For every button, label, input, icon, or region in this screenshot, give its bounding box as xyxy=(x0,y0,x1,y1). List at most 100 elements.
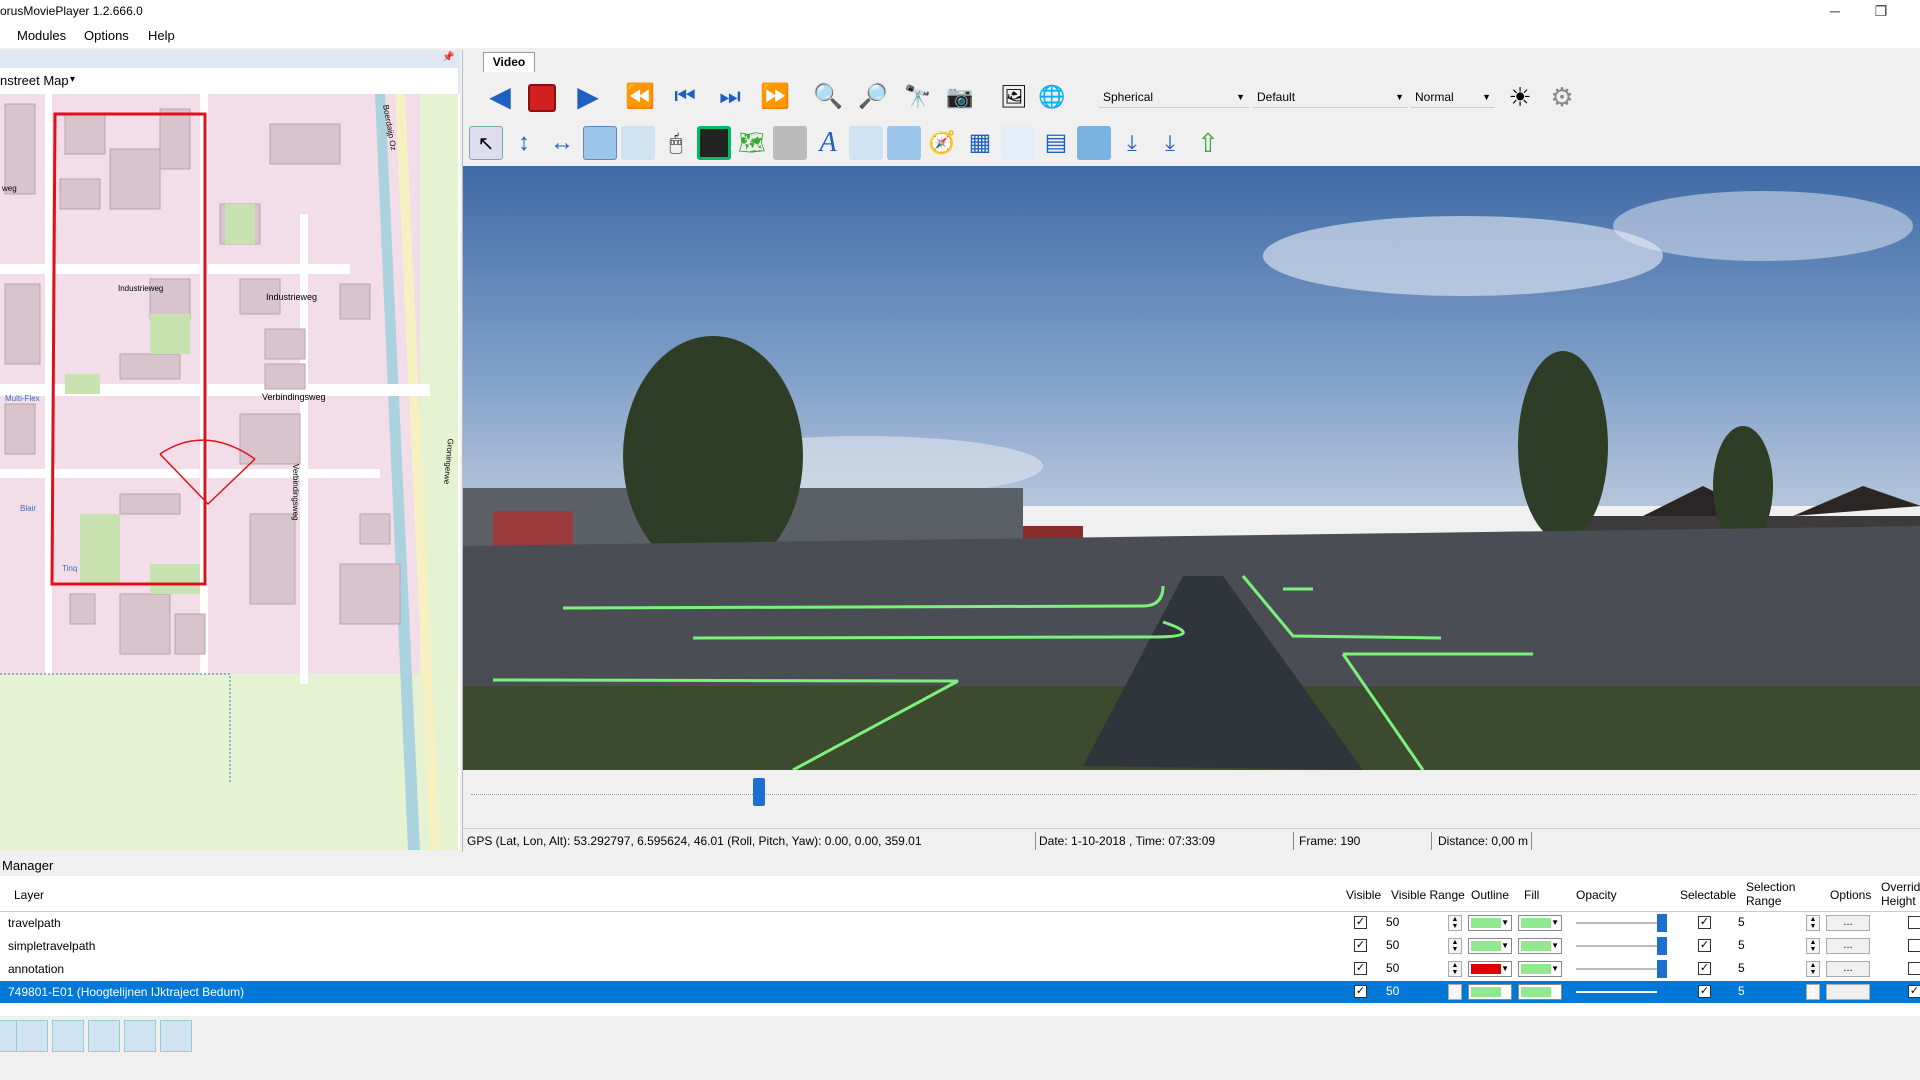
selection-range-stepper[interactable]: ▲ ▼ xyxy=(1806,938,1820,954)
fill-color-picker[interactable]: ▼ xyxy=(1518,938,1562,954)
table-icon[interactable]: ▤ xyxy=(1039,126,1073,160)
selectable-checkbox[interactable]: ✓ xyxy=(1698,962,1711,975)
image-layer-icon[interactable] xyxy=(887,126,921,160)
video-view[interactable] xyxy=(463,166,1920,770)
map-selector[interactable]: nstreet Map ▾ xyxy=(0,68,458,94)
outline-color-picker[interactable]: ▼ xyxy=(1468,961,1512,977)
fast-forward-icon[interactable]: ⏩ xyxy=(758,80,792,114)
selectable-checkbox[interactable]: ✓ xyxy=(1698,939,1711,952)
table-row[interactable]: annotation ✓ 50 ▲ ▼ ▼ ▼ ✓ 5 ▲ ▼... xyxy=(0,958,1920,980)
options-button[interactable]: ... xyxy=(1826,915,1870,931)
visible-range-value[interactable]: 50 xyxy=(1386,984,1399,998)
height-icon[interactable]: ⤓ xyxy=(1115,126,1149,160)
visible-range-stepper[interactable]: ▲ ▼ xyxy=(1448,938,1462,954)
opacity-slider-handle[interactable] xyxy=(1657,914,1667,932)
selection-range-value[interactable]: 5 xyxy=(1738,961,1745,975)
fullscreen-icon[interactable] xyxy=(697,126,731,160)
opacity-slider-track[interactable] xyxy=(1576,922,1662,924)
visible-checkbox[interactable]: ✓ xyxy=(1354,962,1367,975)
layers-icon[interactable] xyxy=(583,126,617,160)
visible-range-value[interactable]: 50 xyxy=(1386,915,1399,929)
override-height-checkbox[interactable] xyxy=(1908,962,1920,975)
options-button[interactable]: ... xyxy=(1826,961,1870,977)
override-height-checkbox[interactable] xyxy=(1908,916,1920,929)
ruler-icon[interactable] xyxy=(773,126,807,160)
street-map[interactable]: Industrieweg Industrieweg Verbindingsweg… xyxy=(0,94,458,850)
binoculars-icon[interactable]: 🔭 xyxy=(901,80,935,114)
map-icon[interactable]: 🗺 xyxy=(735,126,769,160)
table-row[interactable]: simpletravelpath ✓ 50 ▲ ▼ ▼ ▼ ✓ 5 ▲ ▼... xyxy=(0,935,1920,957)
next-frame-icon[interactable]: ⏭ xyxy=(713,80,747,114)
previous-frame-icon[interactable]: ⏮ xyxy=(668,80,702,114)
override-height-checkbox[interactable]: ✓ xyxy=(1908,985,1920,998)
outline-color-picker[interactable]: ▼ xyxy=(1468,984,1512,1000)
fill-color-picker[interactable]: ▼ xyxy=(1518,915,1562,931)
menu-modules[interactable]: Modules xyxy=(17,28,66,43)
grid-icon[interactable]: ▦ xyxy=(963,126,997,160)
pointer-icon[interactable]: ↖ xyxy=(469,126,503,160)
options-button[interactable]: ... xyxy=(1826,984,1870,1000)
export-icon[interactable] xyxy=(124,1020,156,1052)
globe-icon[interactable]: 🌐 xyxy=(1035,80,1069,114)
open-folder-icon[interactable] xyxy=(16,1020,48,1052)
override-height-checkbox[interactable] xyxy=(1908,939,1920,952)
visible-checkbox[interactable]: ✓ xyxy=(1354,985,1367,998)
selection-range-value[interactable]: 5 xyxy=(1738,915,1745,929)
page-icon[interactable] xyxy=(1001,126,1035,160)
header-selection-range[interactable]: Selection Range xyxy=(1746,880,1806,916)
selection-range-stepper[interactable]: ▲ ▼ xyxy=(1806,984,1820,1000)
selection-range-stepper[interactable]: ▲ ▼ xyxy=(1806,961,1820,977)
brightness-icon[interactable]: ☀ xyxy=(1503,80,1537,114)
gear-icon[interactable]: ⚙ xyxy=(1545,80,1579,114)
visible-checkbox[interactable]: ✓ xyxy=(1354,916,1367,929)
timeline[interactable] xyxy=(463,770,1920,830)
horizontal-measure-icon[interactable]: ↔ xyxy=(545,126,579,160)
projection-select[interactable]: Spherical ▼ xyxy=(1099,86,1249,108)
fill-color-picker[interactable]: ▼ xyxy=(1518,984,1562,1000)
grid-height-icon[interactable]: ⤓ xyxy=(1153,126,1187,160)
opacity-slider-track[interactable] xyxy=(1576,968,1662,970)
visible-range-stepper[interactable]: ▲ ▼ xyxy=(1448,984,1462,1000)
arrow-up-icon[interactable]: ⇧ xyxy=(1191,126,1225,160)
remove-layer-icon[interactable] xyxy=(52,1020,84,1052)
stop-icon[interactable] xyxy=(528,84,556,112)
compass-icon[interactable]: 🧭 xyxy=(925,126,959,160)
timeline-handle[interactable] xyxy=(753,778,765,806)
selection-range-value[interactable]: 5 xyxy=(1738,984,1745,998)
box-icon[interactable] xyxy=(1077,126,1111,160)
opacity-slider-track[interactable] xyxy=(1576,945,1662,947)
vertical-measure-icon[interactable]: ↕ xyxy=(507,126,541,160)
header-override-height[interactable]: Override Height xyxy=(1881,880,1920,916)
opacity-slider-handle[interactable] xyxy=(1657,960,1667,978)
play-icon[interactable]: ▶ xyxy=(571,80,605,114)
minimize-button[interactable]: ─ xyxy=(1812,0,1858,24)
outline-color-picker[interactable]: ▼ xyxy=(1468,915,1512,931)
database-icon[interactable] xyxy=(160,1020,192,1052)
mode-select[interactable]: Normal ▼ xyxy=(1411,86,1495,108)
visible-range-stepper[interactable]: ▲ ▼ xyxy=(1448,961,1462,977)
table-row[interactable]: 749801-E01 (Hoogtelijnen IJktraject Bedu… xyxy=(0,981,1920,1003)
overlay-icon[interactable] xyxy=(849,126,883,160)
delete-icon[interactable] xyxy=(88,1020,120,1052)
pin-icon[interactable]: 📌 xyxy=(442,52,454,63)
selectable-checkbox[interactable]: ✓ xyxy=(1698,916,1711,929)
mouse-icon[interactable]: 🖱 xyxy=(659,126,693,160)
tab-video[interactable]: Video xyxy=(483,52,535,72)
text-icon[interactable]: A xyxy=(811,126,845,160)
menu-options[interactable]: Options xyxy=(84,28,129,43)
visible-range-stepper[interactable]: ▲ ▼ xyxy=(1448,915,1462,931)
restore-button[interactable]: ❐ xyxy=(1858,0,1904,24)
opacity-slider-handle[interactable] xyxy=(1657,983,1667,1001)
opacity-slider-track[interactable] xyxy=(1576,991,1662,993)
options-button[interactable]: ... xyxy=(1826,938,1870,954)
selection-range-stepper[interactable]: ▲ ▼ xyxy=(1806,915,1820,931)
outline-color-picker[interactable]: ▼ xyxy=(1468,938,1512,954)
zoom-out-icon[interactable]: 🔎 xyxy=(856,80,890,114)
zoom-in-icon[interactable]: 🔍 xyxy=(811,80,845,114)
selectable-checkbox[interactable]: ✓ xyxy=(1698,985,1711,998)
preset-select[interactable]: Default ▼ xyxy=(1253,86,1408,108)
rewind-icon[interactable]: ⏪ xyxy=(623,80,657,114)
selection-range-value[interactable]: 5 xyxy=(1738,938,1745,952)
visible-range-value[interactable]: 50 xyxy=(1386,961,1399,975)
step-back-icon[interactable]: ◀ xyxy=(483,80,517,114)
